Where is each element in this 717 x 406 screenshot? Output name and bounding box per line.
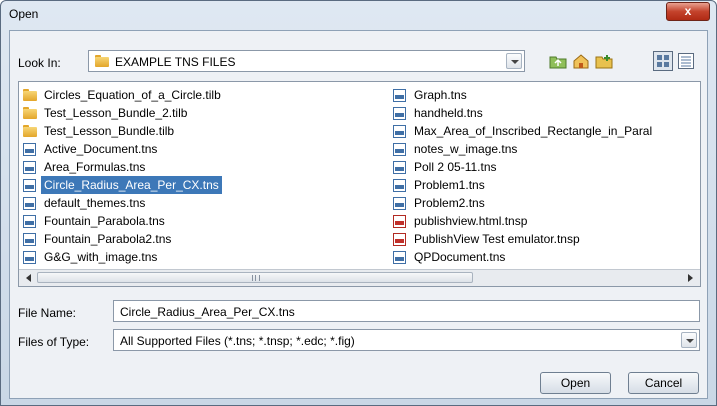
file-column-1: Circles_Equation_of_a_Circle.tilb Test_L… bbox=[21, 86, 361, 266]
list-item[interactable]: Active_Document.tns bbox=[21, 140, 361, 158]
tns-file-icon bbox=[393, 197, 406, 210]
tnsp-file-icon bbox=[393, 233, 406, 246]
new-folder-icon[interactable] bbox=[595, 53, 613, 69]
list-view-icon[interactable] bbox=[653, 51, 673, 71]
scrollbar-thumb[interactable] bbox=[37, 272, 473, 283]
folder-icon bbox=[95, 55, 109, 67]
list-item[interactable]: Test_Lesson_Bundle.tilb bbox=[21, 122, 361, 140]
tns-file-icon bbox=[393, 251, 406, 264]
window-title: Open bbox=[9, 7, 39, 21]
tns-file-icon bbox=[23, 215, 36, 228]
tns-file-icon bbox=[23, 251, 36, 264]
tns-file-icon bbox=[393, 161, 406, 174]
tns-file-icon bbox=[393, 143, 406, 156]
file-list[interactable]: Circles_Equation_of_a_Circle.tilb Test_L… bbox=[18, 81, 701, 287]
tns-file-icon bbox=[23, 197, 36, 210]
tns-file-icon bbox=[23, 179, 36, 192]
up-folder-icon[interactable] bbox=[549, 53, 567, 69]
close-button[interactable]: x bbox=[666, 2, 710, 21]
tns-file-icon bbox=[393, 89, 406, 102]
look-in-dropdown[interactable]: EXAMPLE TNS FILES bbox=[88, 50, 525, 72]
title-bar[interactable]: Open x bbox=[1, 1, 716, 29]
list-item[interactable]: Poll 2 05-11.tns bbox=[391, 158, 700, 176]
file-name-label: File Name: bbox=[18, 306, 77, 320]
list-item[interactable]: Problem2.tns bbox=[391, 194, 700, 212]
list-item[interactable]: Max_Area_of_Inscribed_Rectangle_in_Paral bbox=[391, 122, 700, 140]
open-dialog: Open x Look In: EXAMPLE TNS FILES Circle… bbox=[0, 0, 717, 406]
scroll-left-icon[interactable] bbox=[23, 272, 35, 284]
list-item[interactable]: publishview.html.tnsp bbox=[391, 212, 700, 230]
open-button[interactable]: Open bbox=[540, 372, 611, 394]
file-type-value: All Supported Files (*.tns; *.tnsp; *.ed… bbox=[120, 334, 355, 348]
folder-icon bbox=[23, 107, 37, 119]
list-item[interactable]: G&G_with_image.tns bbox=[21, 248, 361, 266]
file-name-input[interactable]: Circle_Radius_Area_Per_CX.tns bbox=[113, 300, 700, 322]
list-item[interactable]: Fountain_Parabola2.tns bbox=[21, 230, 361, 248]
list-item[interactable]: Area_Formulas.tns bbox=[21, 158, 361, 176]
list-item[interactable]: Graph.tns bbox=[391, 86, 700, 104]
tns-file-icon bbox=[23, 161, 36, 174]
home-icon[interactable] bbox=[572, 53, 590, 69]
list-item-selected[interactable]: Circle_Radius_Area_Per_CX.tns bbox=[21, 176, 361, 194]
list-item[interactable]: Fountain_Parabola.tns bbox=[21, 212, 361, 230]
tns-file-icon bbox=[393, 179, 406, 192]
tns-file-icon bbox=[393, 125, 406, 138]
horizontal-scrollbar[interactable] bbox=[19, 269, 700, 286]
tns-file-icon bbox=[23, 143, 36, 156]
tns-file-icon bbox=[393, 107, 406, 120]
tns-file-icon bbox=[23, 233, 36, 246]
tnsp-file-icon bbox=[393, 215, 406, 228]
list-item[interactable]: Test_Lesson_Bundle_2.tilb bbox=[21, 104, 361, 122]
scroll-right-icon[interactable] bbox=[684, 272, 696, 284]
dialog-body: Look In: EXAMPLE TNS FILES Circles_Equat… bbox=[9, 30, 708, 399]
list-item[interactable]: notes_w_image.tns bbox=[391, 140, 700, 158]
folder-icon bbox=[23, 89, 37, 101]
look-in-label: Look In: bbox=[18, 56, 61, 70]
file-type-label: Files of Type: bbox=[18, 335, 90, 349]
grip-icon bbox=[252, 275, 260, 281]
cancel-button[interactable]: Cancel bbox=[628, 372, 699, 394]
list-item[interactable]: default_themes.tns bbox=[21, 194, 361, 212]
list-item[interactable]: Circles_Equation_of_a_Circle.tilb bbox=[21, 86, 361, 104]
list-item[interactable]: QPDocument.tns bbox=[391, 248, 700, 266]
list-item[interactable]: handheld.tns bbox=[391, 104, 700, 122]
file-column-2: Graph.tns handheld.tns Max_Area_of_Inscr… bbox=[391, 86, 700, 266]
look-in-value: EXAMPLE TNS FILES bbox=[115, 55, 236, 69]
chevron-down-icon[interactable] bbox=[506, 53, 522, 69]
details-view-icon[interactable] bbox=[678, 53, 694, 69]
folder-icon bbox=[23, 125, 37, 137]
file-type-dropdown[interactable]: All Supported Files (*.tns; *.tnsp; *.ed… bbox=[113, 329, 700, 351]
list-item[interactable]: Problem1.tns bbox=[391, 176, 700, 194]
chevron-down-icon[interactable] bbox=[681, 332, 697, 348]
file-name-value: Circle_Radius_Area_Per_CX.tns bbox=[120, 305, 295, 319]
list-item[interactable]: PublishView Test emulator.tnsp bbox=[391, 230, 700, 248]
